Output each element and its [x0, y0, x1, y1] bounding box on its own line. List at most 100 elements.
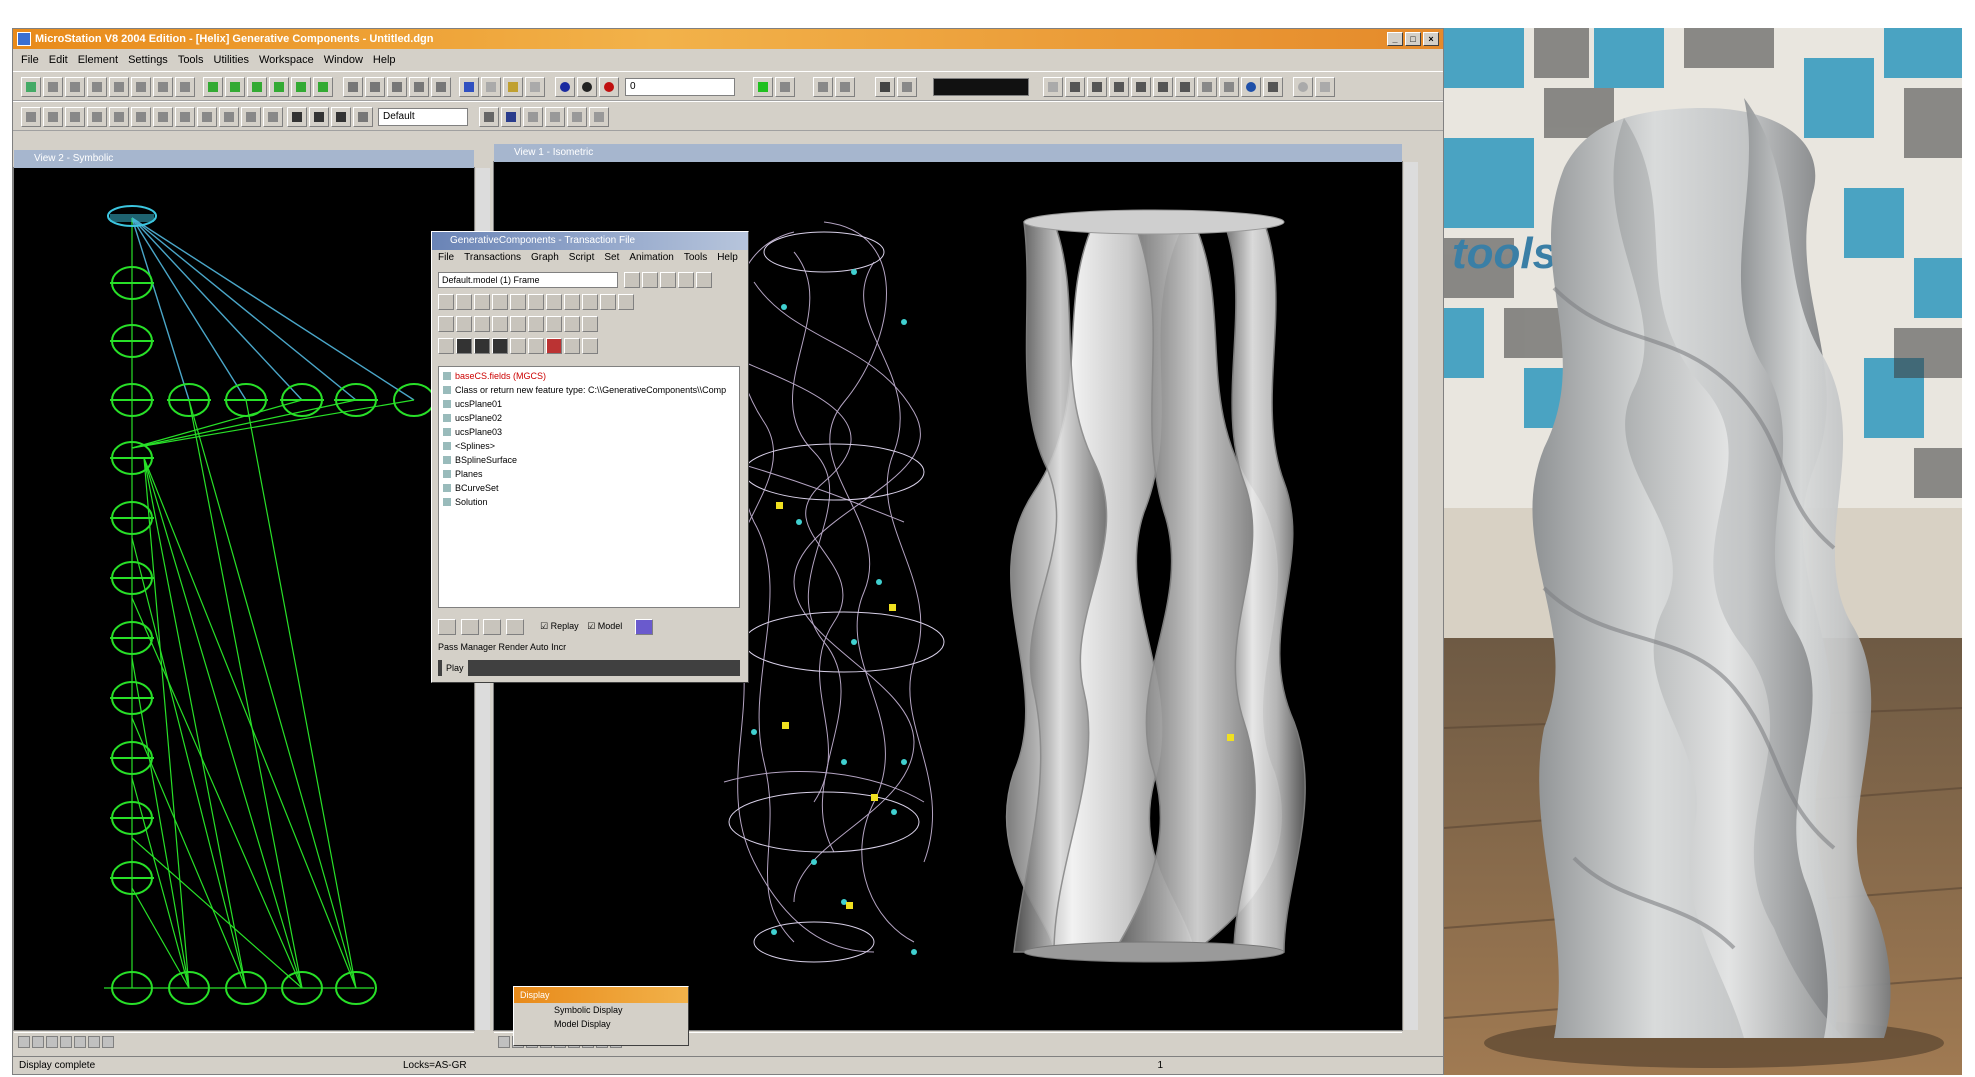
gc-tool-icon[interactable] [546, 294, 562, 310]
info-icon[interactable] [555, 77, 575, 97]
menu-edit[interactable]: Edit [49, 54, 68, 66]
gc-tool-icon[interactable] [582, 316, 598, 332]
gc-menu-transactions[interactable]: Transactions [464, 252, 521, 263]
tool-icon[interactable] [247, 77, 267, 97]
tree-item[interactable]: ucsPlane03 [443, 425, 735, 439]
gc-tool-icon[interactable] [546, 316, 562, 332]
record-icon[interactable] [599, 77, 619, 97]
maximize-button[interactable]: □ [1405, 32, 1421, 46]
gc-tool-icon[interactable] [456, 338, 472, 354]
tool-icon[interactable] [409, 77, 429, 97]
tool-icon[interactable] [175, 77, 195, 97]
tool-icon[interactable] [365, 77, 385, 97]
tool-icon[interactable] [263, 107, 283, 127]
previous-transaction-button[interactable] [460, 618, 479, 635]
tool-icon[interactable] [479, 107, 499, 127]
tool-icon[interactable] [43, 107, 63, 127]
tool-icon[interactable] [353, 107, 373, 127]
gc-menu-graph[interactable]: Graph [531, 252, 559, 263]
tool-icon[interactable] [153, 107, 173, 127]
gc-tool-icon[interactable] [582, 338, 598, 354]
view-control-icon[interactable] [74, 1036, 86, 1048]
gc-tool-icon[interactable] [528, 294, 544, 310]
undo-icon[interactable] [1197, 77, 1217, 97]
menu-element[interactable]: Element [78, 54, 118, 66]
tool-icon[interactable] [387, 77, 407, 97]
tree-item[interactable]: BSplineSurface [443, 453, 735, 467]
gc-tool-icon[interactable] [528, 338, 544, 354]
open-file-icon[interactable] [1065, 77, 1085, 97]
first-transaction-button[interactable] [438, 618, 456, 635]
gc-tool-icon[interactable] [582, 294, 598, 310]
gc-tool-icon[interactable] [696, 272, 712, 288]
search-icon[interactable] [438, 338, 454, 354]
symbolic-display-option[interactable]: Symbolic Display [514, 1003, 688, 1017]
gc-tool-icon[interactable] [492, 338, 508, 354]
tool-icon[interactable] [1293, 77, 1313, 97]
tool-icon[interactable] [525, 77, 545, 97]
menu-workspace[interactable]: Workspace [259, 54, 314, 66]
tool-icon[interactable] [503, 77, 523, 97]
view-control-icon[interactable] [88, 1036, 100, 1048]
element-color-button[interactable] [459, 77, 479, 97]
tool-icon[interactable] [219, 107, 239, 127]
gc-tool-icon[interactable] [456, 294, 472, 310]
gc-tool-icon[interactable] [492, 316, 508, 332]
tool-icon[interactable] [835, 77, 855, 97]
tree-item[interactable]: Planes [443, 467, 735, 481]
tool-icon[interactable] [87, 77, 107, 97]
view-control-icon[interactable] [18, 1036, 30, 1048]
tool-icon[interactable] [813, 77, 833, 97]
menu-tools[interactable]: Tools [178, 54, 204, 66]
menu-help[interactable]: Help [373, 54, 396, 66]
gc-tool-icon[interactable] [618, 294, 634, 310]
tool-icon[interactable] [225, 77, 245, 97]
command-field[interactable]: 0 [625, 78, 735, 96]
model-select[interactable]: Default.model (1) Frame [438, 272, 618, 288]
gc-menu-animation[interactable]: Animation [629, 252, 673, 263]
gc-menu-file[interactable]: File [438, 252, 454, 263]
tool-icon[interactable] [131, 77, 151, 97]
save-icon[interactable] [678, 272, 694, 288]
tool-icon[interactable] [153, 77, 173, 97]
tool-icon[interactable] [481, 77, 501, 97]
tool-icon[interactable] [203, 77, 223, 97]
tool-icon[interactable] [897, 77, 917, 97]
tool-icon[interactable] [1315, 77, 1335, 97]
tree-item[interactable]: Class or return new feature type: C:\\Ge… [443, 383, 735, 397]
tool-icon[interactable] [109, 107, 129, 127]
tool-icon[interactable] [523, 107, 543, 127]
gc-tool-icon[interactable] [660, 272, 676, 288]
gc-tool-icon[interactable] [564, 316, 580, 332]
gc-tool-icon[interactable] [492, 294, 508, 310]
tree-item[interactable]: ucsPlane01 [443, 397, 735, 411]
gc-tool-icon[interactable] [510, 294, 526, 310]
tool-icon[interactable] [577, 77, 597, 97]
replay-checkbox[interactable]: ☑ [540, 621, 548, 631]
tool-icon[interactable] [431, 77, 451, 97]
view-control-icon[interactable] [46, 1036, 58, 1048]
gc-menu-script[interactable]: Script [569, 252, 595, 263]
gc-tool-icon[interactable] [438, 294, 454, 310]
gc-tool-icon[interactable] [510, 316, 526, 332]
tool-icon[interactable] [313, 77, 333, 97]
tool-icon[interactable] [291, 77, 311, 97]
gc-tool-icon[interactable] [546, 338, 562, 354]
redo-icon[interactable] [1219, 77, 1239, 97]
symbolic-view[interactable]: View 2 - Symbolic [13, 150, 490, 1050]
menu-utilities[interactable]: Utilities [214, 54, 249, 66]
tool-icon[interactable] [343, 77, 363, 97]
menu-file[interactable]: File [21, 54, 39, 66]
save-icon[interactable] [1087, 77, 1107, 97]
run-button[interactable] [634, 618, 653, 635]
tool-icon[interactable] [65, 77, 85, 97]
tool-icon[interactable] [753, 77, 773, 97]
gc-menu-help[interactable]: Help [717, 252, 738, 263]
gc-tool-icon[interactable] [438, 316, 454, 332]
gc-tool-icon[interactable] [456, 316, 472, 332]
tool-icon[interactable] [43, 77, 63, 97]
gc-tool-icon[interactable] [474, 316, 490, 332]
tool-icon[interactable] [65, 107, 85, 127]
gc-tool-icon[interactable] [564, 338, 580, 354]
tool-icon[interactable] [131, 107, 151, 127]
